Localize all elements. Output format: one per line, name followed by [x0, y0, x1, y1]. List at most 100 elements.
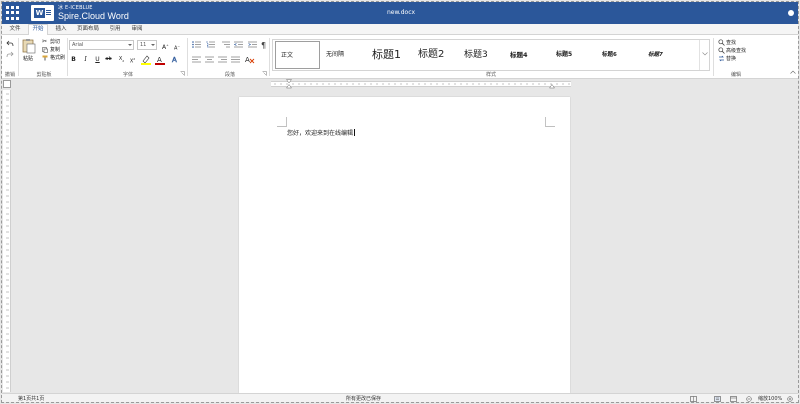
- paste-icon[interactable]: [22, 38, 36, 54]
- font-color-icon[interactable]: A: [155, 55, 165, 65]
- collapse-ribbon-icon[interactable]: [790, 70, 796, 74]
- grow-font-button[interactable]: A+: [162, 42, 169, 51]
- vertical-ruler[interactable]: [3, 90, 11, 392]
- web-layout-icon[interactable]: [730, 396, 737, 402]
- separator: [713, 38, 714, 76]
- ruler-track: [271, 81, 571, 87]
- style-no-spacing[interactable]: 无间隔: [321, 41, 366, 69]
- bold-button[interactable]: B: [69, 55, 78, 64]
- find-button[interactable]: 查找: [726, 40, 736, 46]
- style-heading-2[interactable]: 标题2: [413, 41, 458, 69]
- style-heading-3[interactable]: 标题3: [459, 41, 504, 69]
- replace-button[interactable]: 替换: [726, 56, 736, 62]
- align-left-icon[interactable]: [192, 56, 202, 63]
- separator: [67, 38, 68, 76]
- style-heading-7[interactable]: 标题7: [643, 41, 688, 69]
- page-count: 第1页共1页: [18, 396, 45, 402]
- chevron-down-icon: [151, 44, 155, 46]
- decrease-indent-icon[interactable]: [234, 41, 244, 48]
- style-heading-5[interactable]: 标题5: [551, 41, 596, 69]
- font-size-select[interactable]: 11: [137, 40, 157, 50]
- vertical-ruler-ticks: [6, 93, 9, 389]
- justify-icon[interactable]: [231, 56, 241, 63]
- undo-icon[interactable]: [6, 40, 14, 47]
- ribbon: 撤销 粘贴 ✂ 剪切 复制 格式刷 剪贴板 Arial 11 A+ A− B I…: [2, 35, 798, 79]
- brand-name: Spire.Cloud Word: [58, 11, 129, 21]
- print-layout-icon[interactable]: [714, 396, 721, 402]
- format-painter-icon[interactable]: [42, 55, 48, 61]
- svg-text:A: A: [172, 56, 177, 64]
- underline-button[interactable]: U: [93, 55, 102, 64]
- style-heading-1[interactable]: 标题1: [367, 41, 412, 69]
- editing-group-label: 编辑: [730, 72, 741, 78]
- align-right-icon[interactable]: [218, 56, 228, 63]
- text-cursor: [354, 129, 356, 136]
- dialog-launcher-icon[interactable]: [262, 71, 267, 76]
- styles-group-label: 样式: [485, 72, 496, 78]
- undo-group-label: 撤销: [4, 72, 15, 78]
- app-launcher-icon[interactable]: [6, 6, 20, 20]
- zoom-out-icon[interactable]: [746, 396, 752, 402]
- tab-references[interactable]: 引用: [106, 24, 124, 35]
- cut-button[interactable]: 剪切: [50, 39, 60, 45]
- numbering-icon[interactable]: [206, 41, 216, 48]
- horizontal-ruler[interactable]: [15, 79, 798, 89]
- tab-page-layout[interactable]: 页面布局: [74, 24, 102, 35]
- advanced-search-icon[interactable]: [718, 47, 725, 54]
- separator: [18, 38, 19, 76]
- highlight-icon[interactable]: [141, 55, 151, 65]
- save-status: 所有更改已保存: [346, 396, 382, 402]
- text-effects-icon[interactable]: A: [171, 55, 181, 65]
- style-normal[interactable]: 正文: [275, 41, 320, 69]
- advanced-find-button[interactable]: 高级查找: [726, 48, 746, 54]
- paragraph-group-label: 段落: [224, 72, 235, 78]
- zoom-in-icon[interactable]: [787, 396, 793, 402]
- copy-icon[interactable]: [42, 47, 48, 53]
- status-bar: 第1页共1页 所有更改已保存 缩放100%: [2, 393, 798, 402]
- paste-label[interactable]: 粘贴: [23, 56, 33, 62]
- svg-text:A: A: [157, 56, 162, 64]
- hanging-indent-marker[interactable]: [286, 84, 292, 89]
- ruler-ticks: [274, 83, 570, 85]
- style-heading-4[interactable]: 标题4: [505, 41, 550, 69]
- increase-indent-icon[interactable]: [248, 41, 258, 48]
- bullets-icon[interactable]: [192, 41, 202, 48]
- superscript-button[interactable]: X2: [128, 55, 137, 65]
- title-bar: W 冰 E-ICEBLUE Spire.Cloud Word new.docx: [2, 2, 798, 24]
- font-name-select[interactable]: Arial: [69, 40, 134, 50]
- tab-insert[interactable]: 插入: [52, 24, 70, 35]
- app-window: W 冰 E-ICEBLUE Spire.Cloud Word new.docx …: [1, 1, 799, 403]
- replace-icon[interactable]: [718, 55, 725, 62]
- right-indent-marker[interactable]: [549, 84, 555, 89]
- font-group-label: 字体: [122, 72, 133, 78]
- strikethrough-button[interactable]: ab: [104, 55, 113, 64]
- gallery-scrollbar[interactable]: [699, 40, 709, 70]
- copy-button[interactable]: 复制: [50, 47, 60, 53]
- word-logo-icon: W: [31, 5, 54, 21]
- style-heading-6[interactable]: 标题6: [597, 41, 642, 69]
- crop-mark-top-left: [277, 117, 287, 127]
- redo-icon[interactable]: [6, 51, 14, 58]
- tab-file[interactable]: 文件: [6, 24, 24, 35]
- separator: [269, 38, 270, 76]
- document-text[interactable]: 您好，欢迎来到在线编辑: [287, 128, 356, 137]
- shrink-font-button[interactable]: A−: [174, 43, 180, 52]
- subscript-button[interactable]: X2: [117, 55, 126, 64]
- align-center-icon[interactable]: [205, 56, 215, 63]
- dialog-launcher-icon[interactable]: [180, 71, 185, 76]
- clipboard-group-label: 剪贴板: [36, 72, 52, 78]
- italic-button[interactable]: I: [81, 55, 90, 64]
- read-mode-icon[interactable]: [690, 396, 697, 402]
- multilevel-list-icon[interactable]: [221, 41, 231, 48]
- clear-formatting-icon[interactable]: A: [245, 55, 255, 64]
- account-icon[interactable]: [788, 10, 794, 16]
- zoom-level[interactable]: 缩放100%: [758, 394, 782, 402]
- document-page[interactable]: 您好，欢迎来到在线编辑: [239, 97, 570, 393]
- ruler-corner[interactable]: [3, 80, 11, 88]
- tab-review[interactable]: 审阅: [128, 24, 146, 35]
- format-painter-button[interactable]: 格式刷: [50, 55, 65, 61]
- styles-gallery: 正文 无间隔 标题1 标题2 标题3 标题4 标题5 标题6 标题7: [272, 39, 710, 71]
- scissors-icon[interactable]: ✂: [42, 39, 48, 45]
- show-marks-icon[interactable]: ¶: [260, 40, 269, 49]
- search-icon[interactable]: [718, 39, 725, 46]
